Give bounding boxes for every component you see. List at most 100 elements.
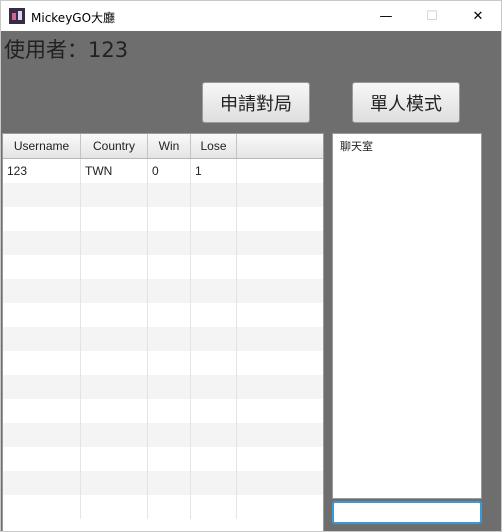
table-cell (191, 231, 237, 255)
table-cell (237, 495, 323, 519)
table-row[interactable] (3, 471, 323, 495)
table-cell (3, 423, 81, 447)
table-cell (81, 471, 148, 495)
table-cell (3, 351, 81, 375)
table-cell (237, 279, 323, 303)
table-cell (81, 255, 148, 279)
table-cell (3, 399, 81, 423)
table-cell (81, 351, 148, 375)
minimize-button[interactable]: — (363, 1, 409, 31)
table-cell (81, 207, 148, 231)
table-row[interactable] (3, 303, 323, 327)
column-header-country[interactable]: Country (81, 134, 148, 158)
column-header-username[interactable]: Username (3, 134, 81, 158)
table-cell (81, 231, 148, 255)
table-cell (237, 423, 323, 447)
table-cell (81, 375, 148, 399)
table-cell (81, 447, 148, 471)
table-cell (148, 231, 191, 255)
table-cell (237, 183, 323, 207)
table-cell (3, 231, 81, 255)
table-row[interactable] (3, 423, 323, 447)
single-player-button[interactable]: 單人模式 (352, 82, 460, 123)
table-row[interactable] (3, 255, 323, 279)
table-cell (3, 495, 81, 519)
table-cell (148, 375, 191, 399)
table-row[interactable] (3, 183, 323, 207)
table-cell (237, 159, 323, 183)
column-header-filler (237, 134, 323, 158)
table-cell: 1 (191, 159, 237, 183)
close-icon: ✕ (472, 8, 484, 24)
table-cell (81, 183, 148, 207)
table-cell (148, 447, 191, 471)
table-cell (191, 471, 237, 495)
chat-label: 聊天室 (340, 140, 373, 153)
window-title: MickeyGO大廳 (31, 11, 116, 25)
table-cell (148, 351, 191, 375)
table-cell (81, 495, 148, 519)
table-row[interactable] (3, 207, 323, 231)
table-cell (81, 399, 148, 423)
column-header-lose[interactable]: Lose (191, 134, 237, 158)
table-row[interactable] (3, 495, 323, 519)
table-cell (148, 303, 191, 327)
table-cell (237, 351, 323, 375)
table-cell: 0 (148, 159, 191, 183)
title-bar[interactable]: MickeyGO大廳 — ☐ ✕ (1, 1, 501, 31)
table-row[interactable] (3, 447, 323, 471)
table-cell (81, 279, 148, 303)
table-cell (148, 399, 191, 423)
chat-panel: 聊天室 (332, 133, 482, 499)
table-cell (148, 423, 191, 447)
table-row[interactable] (3, 375, 323, 399)
table-cell (191, 279, 237, 303)
table-row[interactable] (3, 399, 323, 423)
table-cell (191, 495, 237, 519)
chat-input[interactable] (332, 501, 482, 524)
table-cell: TWN (81, 159, 148, 183)
table-cell (148, 279, 191, 303)
table-cell (3, 183, 81, 207)
maximize-icon: ☐ (426, 8, 438, 24)
table-cell (237, 399, 323, 423)
table-cell (191, 399, 237, 423)
table-cell (148, 255, 191, 279)
table-row[interactable] (3, 231, 323, 255)
table-row[interactable] (3, 279, 323, 303)
column-header-win[interactable]: Win (148, 134, 191, 158)
table-cell (237, 255, 323, 279)
table-cell (148, 207, 191, 231)
table-cell (3, 303, 81, 327)
user-label: 使用者：123 (4, 38, 129, 62)
table-cell (237, 207, 323, 231)
table-row[interactable]: 123 TWN 0 1 (3, 159, 323, 183)
table-cell (3, 207, 81, 231)
table-row[interactable] (3, 327, 323, 351)
table-cell (237, 375, 323, 399)
table-cell (191, 207, 237, 231)
table-row[interactable] (3, 351, 323, 375)
table-cell: 123 (3, 159, 81, 183)
table-cell (3, 447, 81, 471)
table-cell (81, 303, 148, 327)
app-icon (9, 8, 25, 24)
table-cell (3, 327, 81, 351)
table-cell (237, 231, 323, 255)
table-cell (3, 279, 81, 303)
table-cell (148, 327, 191, 351)
table-cell (81, 423, 148, 447)
table-cell (191, 327, 237, 351)
table-cell (191, 351, 237, 375)
table-cell (191, 303, 237, 327)
maximize-button[interactable]: ☐ (409, 1, 455, 31)
table-cell (3, 255, 81, 279)
table-cell (148, 183, 191, 207)
table-cell (191, 375, 237, 399)
table-cell (191, 447, 237, 471)
apply-match-button[interactable]: 申請對局 (202, 82, 310, 123)
close-button[interactable]: ✕ (455, 1, 501, 31)
table-cell (3, 375, 81, 399)
table-cell (191, 423, 237, 447)
table-cell (81, 327, 148, 351)
